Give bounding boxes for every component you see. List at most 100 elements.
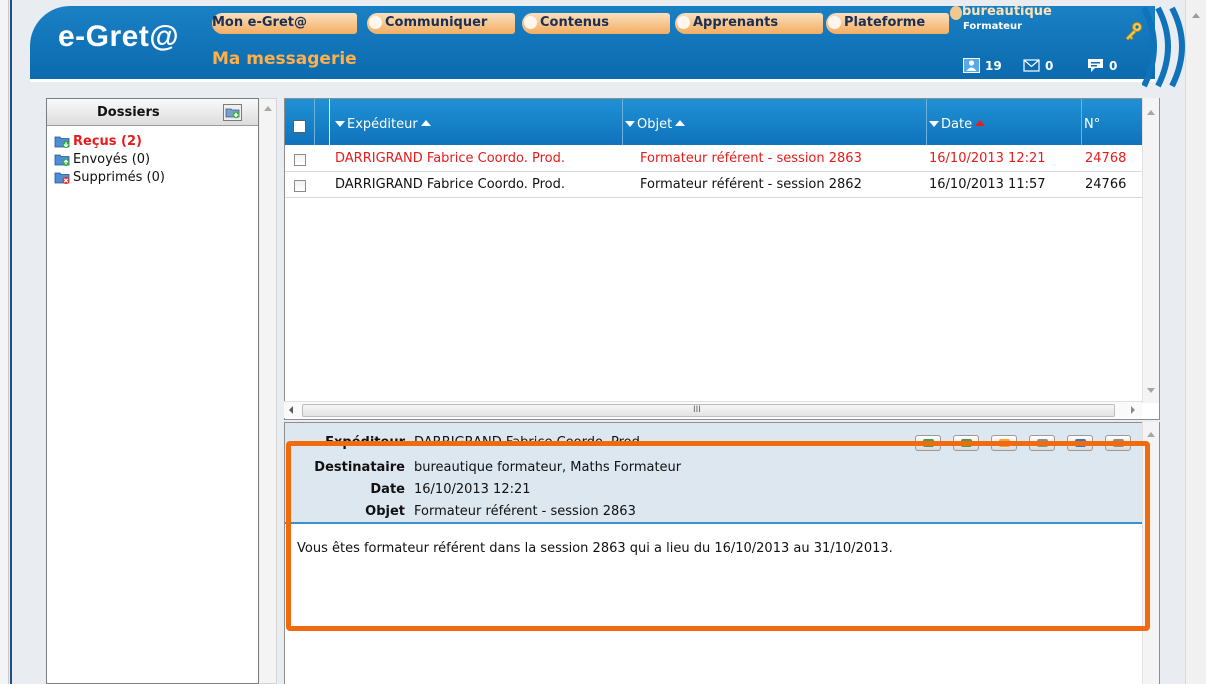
sort-menu-icon[interactable]: [625, 121, 635, 127]
folders-panel: Dossiers Reçus (2) Envoyés (0) Supprimés…: [46, 98, 259, 684]
column-number[interactable]: N°: [1082, 99, 1142, 145]
row-date: 16/10/2013 12:21: [929, 151, 1046, 166]
table-row[interactable]: DARRIGRAND Fabrice Coordo. Prod. Formate…: [285, 146, 1159, 172]
preview-toolbar: [915, 435, 1131, 451]
scroll-down-icon[interactable]: [1147, 388, 1155, 393]
tab-plateforme[interactable]: Plateforme: [826, 13, 949, 34]
header-spacer: [315, 99, 330, 145]
contacts-icon: [963, 58, 980, 73]
app-logo[interactable]: e-Gret@: [58, 20, 179, 54]
folder-label: Envoyés (0): [73, 151, 151, 167]
grip-icon: III: [693, 405, 701, 415]
table-row[interactable]: DARRIGRAND Fabrice Coordo. Prod. Formate…: [285, 172, 1159, 198]
folder-sent[interactable]: Envoyés (0): [47, 150, 258, 168]
user-name[interactable]: bureautique: [962, 4, 1052, 19]
hscroll-thumb[interactable]: III: [302, 404, 1115, 417]
sort-menu-icon[interactable]: [929, 121, 939, 127]
tab-label: Mon e-Gret@: [212, 15, 307, 30]
scroll-right-icon[interactable]: [1131, 406, 1135, 414]
scroll-up-icon[interactable]: [1147, 432, 1155, 437]
sender-label: Expéditeur: [325, 435, 405, 450]
tab-bullet-icon: [524, 16, 537, 29]
chat-count: 0: [1109, 58, 1118, 73]
scroll-left-icon[interactable]: [289, 406, 293, 414]
key-icon[interactable]: [1122, 20, 1144, 42]
tab-label: Plateforme: [844, 15, 926, 30]
date-label: Date: [370, 482, 405, 497]
message-list: Expéditeur Objet Date N° DARRIGRAND Fabr…: [284, 98, 1160, 420]
app-window: e-Gret@ Mon e-Gret@ Communiquer Contenus…: [0, 0, 1206, 684]
arrows-icon: [1075, 439, 1086, 447]
scroll-up-icon[interactable]: [1192, 13, 1200, 18]
delete-button[interactable]: [1105, 435, 1131, 451]
tab-communiquer[interactable]: Communiquer: [367, 13, 515, 34]
deleted-folder-icon: [54, 172, 70, 184]
window-edge-line: [10, 0, 12, 684]
row-date: 16/10/2013 11:57: [929, 177, 1046, 192]
message-list-vscrollbar[interactable]: [1142, 98, 1159, 403]
print-icon: [1037, 439, 1048, 447]
user-bullet-icon: [950, 6, 962, 20]
page-title: Ma messagerie: [212, 49, 357, 69]
sort-menu-icon[interactable]: [335, 121, 345, 127]
tab-bullet-icon: [677, 16, 690, 29]
print-button[interactable]: [1029, 435, 1055, 451]
subject-value: Formateur référent - session 2863: [414, 504, 636, 519]
reply-all-button[interactable]: [953, 435, 979, 451]
sort-asc-icon[interactable]: [420, 120, 431, 126]
tab-bullet-icon: [369, 16, 382, 29]
column-subject[interactable]: Objet: [623, 99, 927, 145]
reply-all-icon: [961, 439, 972, 447]
window-edge: [0, 0, 9, 684]
folders-scrollbar[interactable]: [260, 98, 277, 684]
message-list-hscrollbar[interactable]: III: [284, 401, 1142, 418]
tab-contenus[interactable]: Contenus: [522, 13, 670, 34]
contacts-count: 19: [985, 58, 1002, 73]
user-role: Formateur: [963, 21, 1023, 32]
row-sender: DARRIGRAND Fabrice Coordo. Prod.: [335, 177, 566, 192]
tab-apprenants[interactable]: Apprenants: [675, 13, 823, 34]
folders-title: Dossiers: [97, 105, 160, 120]
row-checkbox[interactable]: [294, 154, 306, 166]
reply-button[interactable]: [915, 435, 941, 451]
folder-inbox[interactable]: Reçus (2): [47, 132, 258, 150]
message-preview: Expéditeur DARRIGRAND Fabrice Coordo. Pr…: [284, 422, 1160, 684]
recipient-value: bureautique formateur, Maths Formateur: [414, 460, 682, 475]
preview-header: Expéditeur DARRIGRAND Fabrice Coordo. Pr…: [285, 423, 1143, 524]
select-all-column: [285, 99, 315, 145]
tab-label: Apprenants: [693, 15, 779, 30]
chat-counter[interactable]: 0: [1087, 58, 1117, 73]
contacts-counter[interactable]: 19: [963, 58, 1002, 73]
sender-value: DARRIGRAND Fabrice Coordo. Prod.: [414, 435, 645, 450]
column-label: Objet: [637, 117, 673, 132]
column-date[interactable]: Date: [927, 99, 1082, 145]
chat-icon: [1088, 59, 1103, 72]
folder-list: Reçus (2) Envoyés (0) Supprimés (0): [47, 126, 258, 186]
scroll-up-icon[interactable]: [264, 106, 272, 111]
column-label: Date: [941, 117, 973, 132]
folder-deleted[interactable]: Supprimés (0): [47, 168, 258, 186]
message-body: Vous êtes formateur référent dans la ses…: [297, 541, 893, 556]
navigate-button[interactable]: [1067, 435, 1093, 451]
page-scrollbar[interactable]: [1185, 0, 1206, 684]
sent-folder-icon: [54, 154, 70, 166]
row-number: 24766: [1085, 177, 1127, 192]
column-label: Expéditeur: [347, 117, 418, 132]
edit-button[interactable]: [991, 435, 1017, 451]
add-folder-button[interactable]: [223, 104, 242, 121]
row-checkbox[interactable]: [294, 180, 306, 192]
select-all-checkbox[interactable]: [293, 120, 306, 133]
tab-mon-egreta[interactable]: Mon e-Gret@: [212, 13, 357, 34]
subject-label: Objet: [365, 504, 405, 519]
mail-count: 0: [1045, 58, 1054, 73]
mail-icon: [1023, 59, 1040, 72]
preview-vscrollbar[interactable]: [1142, 422, 1159, 684]
scroll-up-icon[interactable]: [1147, 110, 1155, 115]
folders-header: Dossiers: [47, 99, 258, 126]
mail-counter[interactable]: 0: [1023, 58, 1053, 73]
sort-active-icon[interactable]: [975, 120, 986, 126]
add-folder-icon: [225, 108, 240, 119]
sort-asc-icon[interactable]: [675, 120, 686, 126]
column-sender[interactable]: Expéditeur: [331, 99, 623, 145]
reply-icon: [923, 439, 934, 447]
